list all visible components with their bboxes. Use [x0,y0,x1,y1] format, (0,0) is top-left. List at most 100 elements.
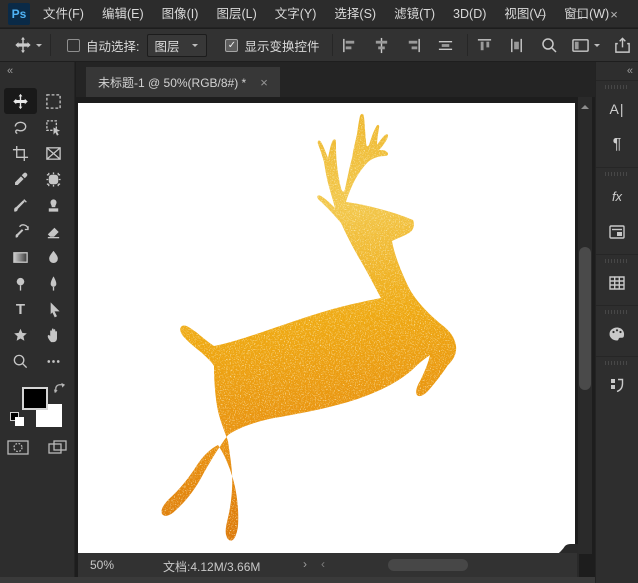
panel-grip[interactable] [605,310,629,314]
maximize-button[interactable]: □ [560,7,596,22]
auto-select-target-value: 图层 [154,36,179,55]
chevron-down-icon [192,44,198,50]
auto-select-checkbox[interactable] [67,39,80,52]
menu-bar: Ps 文件(F)编辑(E)图像(I)图层(L)文字(Y)选择(S)滤镜(T)3D… [0,0,638,28]
tool-history-brush[interactable] [4,218,37,244]
tool-clone-stamp[interactable] [37,192,70,218]
menu-item[interactable]: 文件(F) [34,0,93,28]
zoom-level-field[interactable]: 50% [90,558,114,572]
tool-lasso[interactable] [4,114,37,140]
character-panel-icon[interactable]: A| [596,91,638,127]
styles-panel-icon[interactable]: fx [596,178,638,214]
panel-grip[interactable] [605,172,629,176]
menu-item[interactable]: 文字(Y) [266,0,326,28]
align-left-edges-icon[interactable] [339,32,361,58]
menu-item[interactable]: 图像(I) [153,0,208,28]
show-transform-checkbox[interactable]: ✓ [225,39,238,52]
tool-zoom[interactable] [4,348,37,374]
tool-brush[interactable] [4,192,37,218]
panel-group [596,305,638,356]
vertical-scrollbar[interactable] [578,97,592,554]
panel-grip[interactable] [605,259,629,263]
separator [332,34,333,56]
color-panel-icon[interactable] [596,316,638,352]
toolbar-bottom [6,438,70,461]
status-back-icon[interactable]: ‹ [321,557,325,571]
document-area: 未标题-1 @ 50%(RGB/8#) * × [76,62,595,583]
tool-eraser[interactable] [37,218,70,244]
default-colors-icon[interactable] [10,412,24,426]
tool-pen[interactable] [37,270,70,296]
workspace-switcher-icon[interactable] [570,32,592,58]
expand-panels-icon[interactable]: « [627,65,632,77]
window-controls: – □ × [524,0,632,28]
swatches-panel-icon[interactable] [596,265,638,301]
tool-blur[interactable] [37,244,70,270]
foreground-color-swatch[interactable] [22,387,48,410]
history-panel-icon[interactable] [596,367,638,403]
tool-panel: « T [0,62,75,583]
swap-colors-icon[interactable] [53,382,66,398]
move-tool-icon[interactable] [12,32,34,58]
close-button[interactable]: × [596,7,632,22]
separator [467,34,468,56]
distribute-vertical-centers-icon[interactable] [506,32,528,58]
tool-crop[interactable] [4,140,37,166]
document-size-info: 文档:4.12M/3.66M [163,558,260,575]
share-icon[interactable] [612,32,634,58]
panel-grip[interactable] [605,85,629,89]
canvas[interactable] [78,103,575,553]
chevron-down-icon[interactable] [594,44,600,50]
tool-preset-caret-icon[interactable] [36,44,42,50]
gold-deer-artwork [78,103,575,553]
horizontal-scrollbar-thumb[interactable] [388,559,468,571]
menu-item[interactable]: 滤镜(T) [385,0,444,28]
right-panel-dock: « A| ¶ fx [595,62,638,583]
menu-item[interactable]: 3D(D) [444,0,495,28]
show-transform-label: 显示变换控件 [244,36,319,55]
align-top-edges-icon[interactable] [474,32,496,58]
options-bar: 自动选择: 图层 ✓ 显示变换控件 [0,29,638,62]
panel-grip[interactable] [605,361,629,365]
paragraph-panel-icon[interactable]: ¶ [596,127,638,163]
panel-group: A| ¶ [596,80,638,167]
tool-custom-shape[interactable] [4,322,37,348]
document-tab-title: 未标题-1 @ 50%(RGB/8#) * [98,74,246,91]
tool-dodge[interactable] [4,270,37,296]
auto-select-target-dropdown[interactable]: 图层 [147,34,207,57]
tool-rectangular-marquee[interactable] [37,88,70,114]
tool-type[interactable]: T [4,296,37,322]
scroll-up-icon[interactable] [581,101,589,109]
vertical-scrollbar-thumb[interactable] [579,247,591,390]
properties-panel-icon[interactable] [596,214,638,250]
tool-edit-toolbar[interactable] [37,348,70,374]
panel-group [596,356,638,407]
tool-eyedropper[interactable] [4,166,37,192]
photoshop-logo[interactable]: Ps [8,3,30,25]
collapse-toolbar-icon[interactable]: « [7,65,12,77]
tool-object-selection[interactable] [37,114,70,140]
tool-frame[interactable] [37,140,70,166]
color-wells [14,384,64,432]
align-horizontal-centers-icon[interactable] [371,32,393,58]
close-tab-icon[interactable]: × [260,75,268,90]
distribute-horizontal-icon[interactable] [435,32,457,58]
screen-mode-button[interactable] [46,438,70,461]
minimize-button[interactable]: – [524,7,560,22]
tool-hand[interactable] [37,322,70,348]
tab-strip: 未标题-1 @ 50%(RGB/8#) * × [76,62,595,97]
tool-spot-healing-brush[interactable] [37,166,70,192]
tool-path-selection[interactable] [37,296,70,322]
document-tab[interactable]: 未标题-1 @ 50%(RGB/8#) * × [86,67,280,97]
menu-item[interactable]: 编辑(E) [93,0,153,28]
auto-select-label: 自动选择: [86,36,139,55]
align-right-edges-icon[interactable] [403,32,425,58]
menu-item[interactable]: 选择(S) [325,0,385,28]
photoshop-window: Ps 文件(F)编辑(E)图像(I)图层(L)文字(Y)选择(S)滤镜(T)3D… [0,0,638,583]
menu-item[interactable]: 图层(L) [207,0,265,28]
status-flyout-icon[interactable]: › [303,557,307,571]
quick-mask-button[interactable] [6,438,30,461]
tool-move[interactable] [4,88,37,114]
tool-gradient[interactable] [4,244,37,270]
search-icon[interactable] [538,32,560,58]
